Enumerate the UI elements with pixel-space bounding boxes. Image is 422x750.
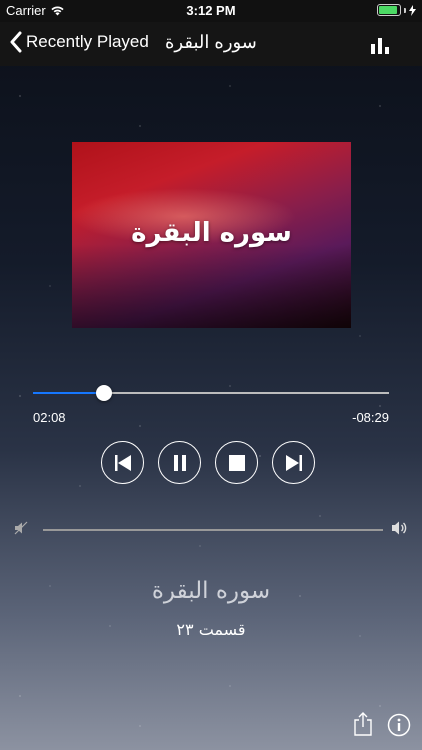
remaining-time: -08:29 bbox=[352, 410, 389, 425]
stop-icon bbox=[228, 454, 245, 471]
status-time: 3:12 PM bbox=[186, 3, 236, 18]
pause-button[interactable] bbox=[158, 441, 201, 484]
track-subtitle: قسمت ۲۳ bbox=[176, 620, 246, 639]
battery-tip bbox=[404, 7, 406, 13]
playback-progress-thumb[interactable] bbox=[96, 385, 113, 401]
playback-progress-slider[interactable] bbox=[33, 385, 389, 401]
volume-high-icon bbox=[392, 521, 407, 535]
skip-next-icon bbox=[285, 454, 302, 471]
status-right bbox=[377, 4, 416, 16]
share-icon bbox=[354, 712, 372, 736]
album-artwork: سوره البقرة bbox=[72, 142, 351, 328]
nav-title: سوره البقرة bbox=[165, 32, 257, 52]
status-bar: Carrier 3:12 PM bbox=[0, 0, 422, 22]
skip-previous-icon bbox=[114, 454, 131, 471]
artwork-title: سوره البقرة bbox=[131, 218, 292, 248]
next-button[interactable] bbox=[272, 441, 315, 484]
chevron-left-icon bbox=[10, 31, 22, 53]
transport-controls bbox=[101, 441, 321, 486]
volume-slider[interactable] bbox=[43, 529, 383, 531]
back-button[interactable]: Recently Played bbox=[10, 31, 149, 53]
playback-progress-fill bbox=[33, 392, 105, 394]
volume-mute-icon bbox=[14, 521, 28, 535]
battery-icon bbox=[377, 4, 401, 16]
back-button-label: Recently Played bbox=[26, 32, 149, 51]
info-icon bbox=[387, 713, 411, 737]
info-button[interactable] bbox=[387, 713, 411, 742]
elapsed-time: 02:08 bbox=[33, 410, 66, 425]
share-button[interactable] bbox=[353, 712, 373, 741]
track-title: سوره البقرة bbox=[151, 578, 271, 604]
bar-chart-icon bbox=[371, 38, 389, 54]
charging-bolt-icon bbox=[409, 4, 416, 16]
previous-button[interactable] bbox=[101, 441, 144, 484]
pause-icon bbox=[173, 454, 186, 471]
equalizer-button[interactable] bbox=[370, 36, 392, 59]
stop-button[interactable] bbox=[215, 441, 258, 484]
navigation-bar: Recently Played سوره البقرة bbox=[0, 22, 422, 66]
